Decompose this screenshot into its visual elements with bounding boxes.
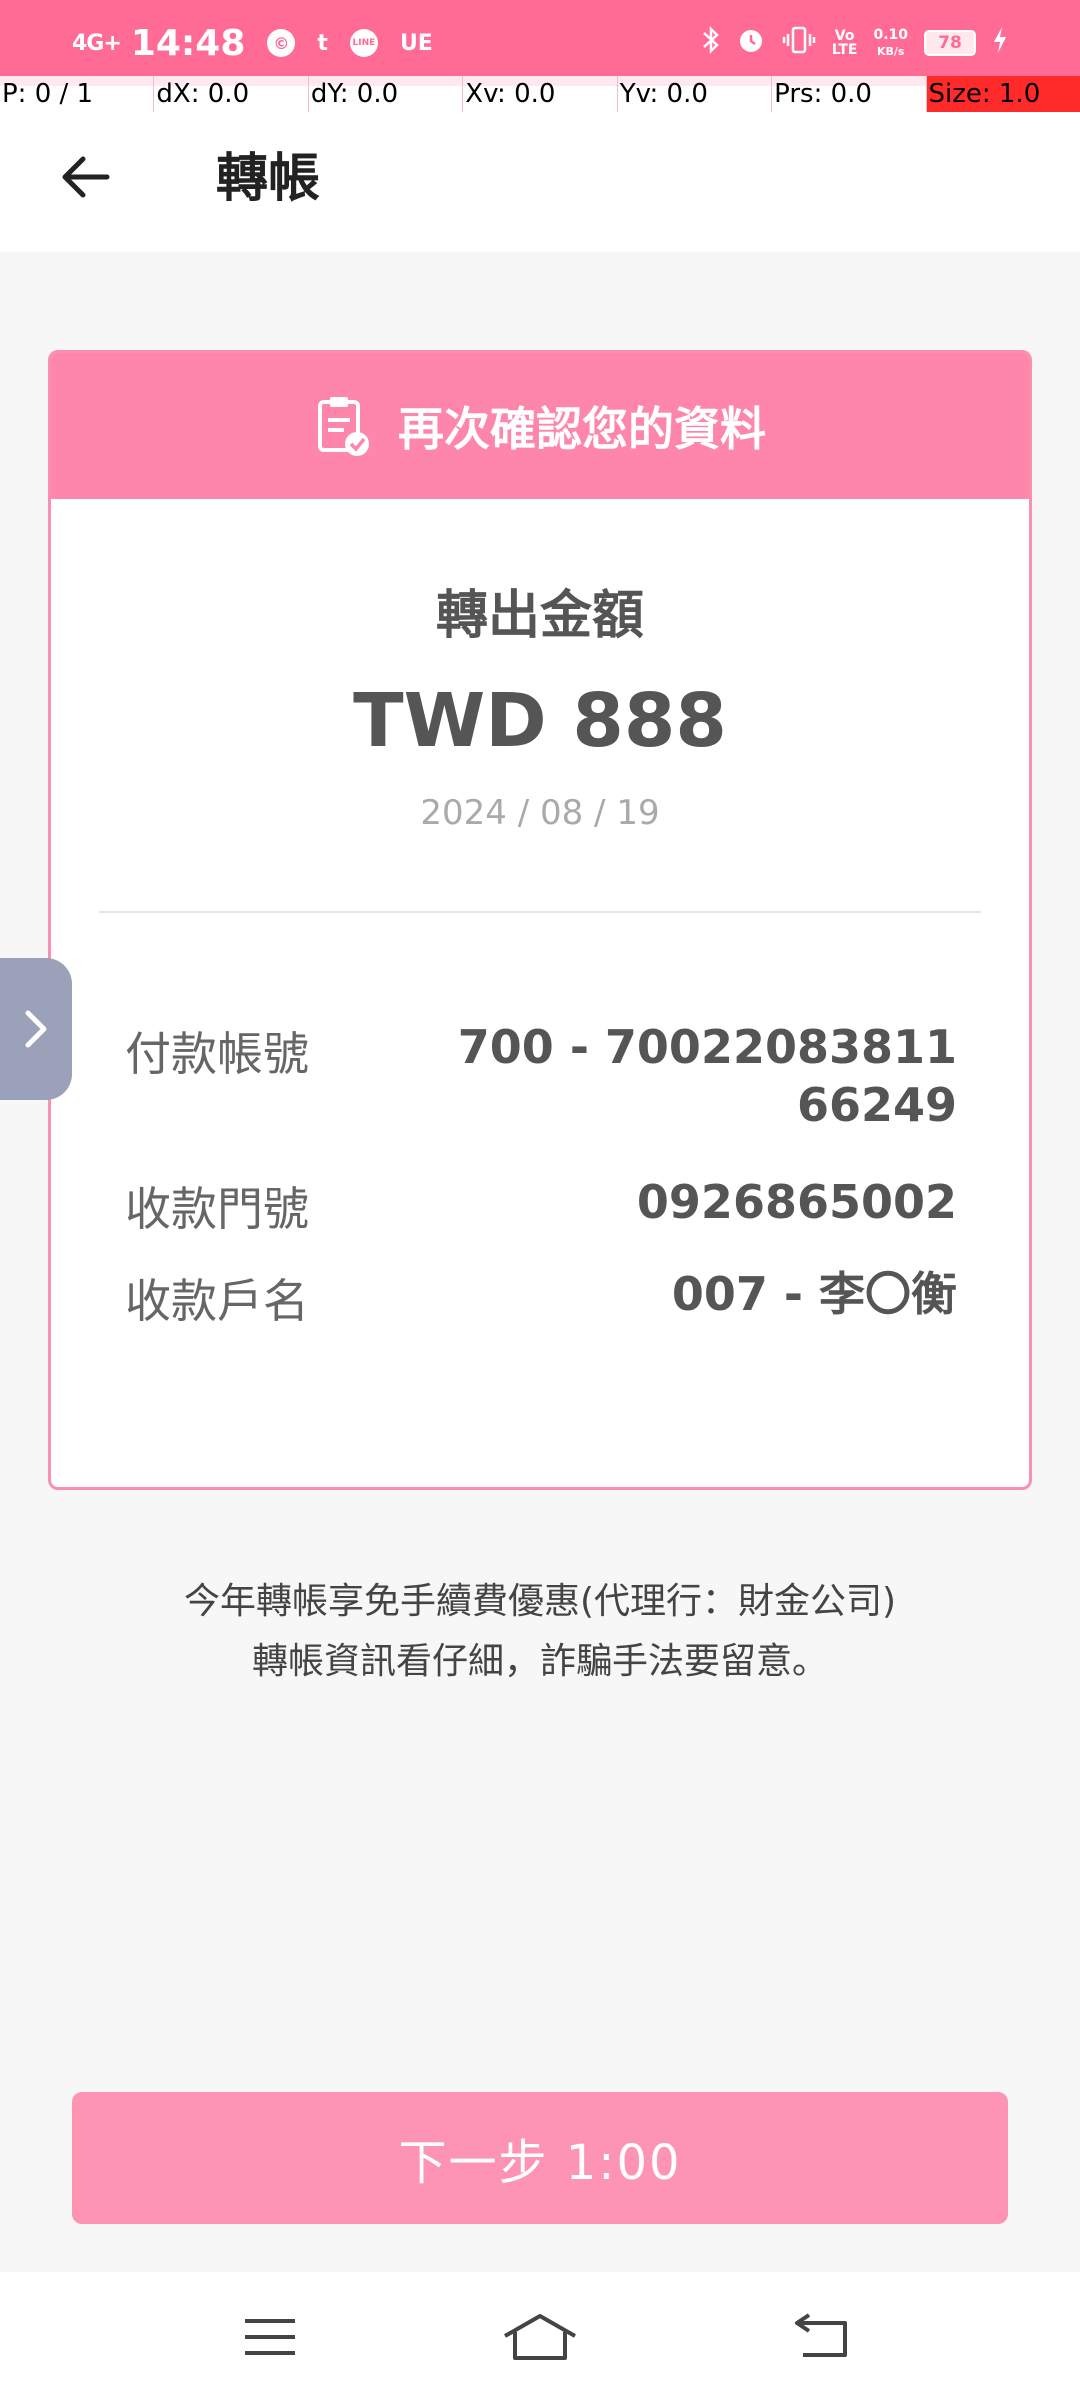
arrow-left-icon: [62, 156, 110, 198]
payee-phone-row: 收款門號 0926865002: [125, 1173, 957, 1239]
side-panel-handle[interactable]: [0, 958, 72, 1100]
chevron-right-icon: [25, 1010, 47, 1048]
status-time: 14:48: [130, 22, 246, 64]
notification-icon-t: t: [317, 30, 328, 56]
alarm-icon: [736, 25, 766, 61]
home-nav-button[interactable]: [500, 2302, 580, 2372]
debug-yv: Yv: 0.0: [618, 76, 773, 112]
battery-indicator: 78: [924, 30, 976, 56]
pointer-debug-bar: P: 0 / 1 dX: 0.0 dY: 0.0 Xv: 0.0 Yv: 0.0…: [0, 76, 1080, 112]
charging-icon: [992, 25, 1008, 61]
network-speed: 0.10 KB/s: [873, 26, 908, 58]
transfer-date: 2024 / 08 / 19: [420, 793, 660, 833]
payer-account-row: 付款帳號 700 - 7002208381166249: [125, 1018, 957, 1134]
transfer-amount: TWD 888: [353, 678, 727, 764]
back-button[interactable]: [50, 142, 120, 212]
page-title: 轉帳: [216, 149, 321, 209]
fee-notice: 今年轉帳享免手續費優惠(代理行：財金公司) 轉帳資訊看仔細，詐騙手法要留意。: [0, 1572, 1080, 1692]
fee-notice-line2: 轉帳資訊看仔細，詐騙手法要留意。: [251, 1641, 828, 1682]
payee-phone-value: 0926865002: [636, 1175, 957, 1229]
next-step-button[interactable]: 下一步 1:00: [72, 2092, 1008, 2224]
menu-nav-button[interactable]: [230, 2302, 310, 2372]
status-bar: 4G+ 14:48 © t LINE UE Vo LTE 0.10 KB/s 78: [0, 0, 1080, 86]
clipboard-check-icon: [318, 397, 369, 456]
home-icon: [504, 2314, 576, 2360]
debug-dx: dX: 0.0: [154, 76, 309, 112]
debug-prs: Prs: 0.0: [772, 76, 927, 112]
vibrate-icon: [782, 25, 816, 61]
line-app-icon: LINE: [349, 29, 378, 57]
fee-notice-line1: 今年轉帳享免手續費優惠(代理行：財金公司): [183, 1581, 897, 1622]
divider: [99, 911, 981, 913]
card-header: 再次確認您的資料: [51, 353, 1029, 499]
payer-account-label: 付款帳號: [125, 1027, 309, 1081]
amount-label: 轉出金額: [435, 586, 644, 646]
confirmation-card: 再次確認您的資料 轉出金額 TWD 888 2024 / 08 / 19 付款帳…: [48, 350, 1032, 1490]
payee-name-label: 收款戶名: [125, 1274, 309, 1328]
signal-indicator: 4G+: [72, 30, 122, 56]
menu-icon: [245, 2319, 295, 2355]
notification-icon-ue: UE: [399, 30, 433, 56]
debug-pointer: P: 0 / 1: [0, 76, 155, 112]
card-header-label: 再次確認您的資料: [398, 402, 766, 456]
return-icon: [795, 2313, 847, 2357]
debug-dy: dY: 0.0: [309, 76, 464, 112]
debug-size: Size: 1.0: [926, 76, 1080, 112]
system-nav-bar: [0, 2272, 1080, 2400]
payee-phone-label: 收款門號: [125, 1182, 309, 1236]
bluetooth-icon: [702, 25, 720, 61]
debug-xv: Xv: 0.0: [463, 76, 618, 112]
notification-icon-c: ©: [267, 29, 296, 57]
volte-icon: Vo LTE: [831, 28, 858, 58]
payee-name-value: 007 - 李〇衡: [671, 1267, 957, 1321]
app-bar: 轉帳: [0, 112, 1080, 252]
back-nav-button[interactable]: [782, 2302, 862, 2372]
payer-account-value: 700 - 7002208381166249: [457, 1020, 957, 1132]
payee-name-row: 收款戶名 007 - 李〇衡: [125, 1265, 957, 1331]
